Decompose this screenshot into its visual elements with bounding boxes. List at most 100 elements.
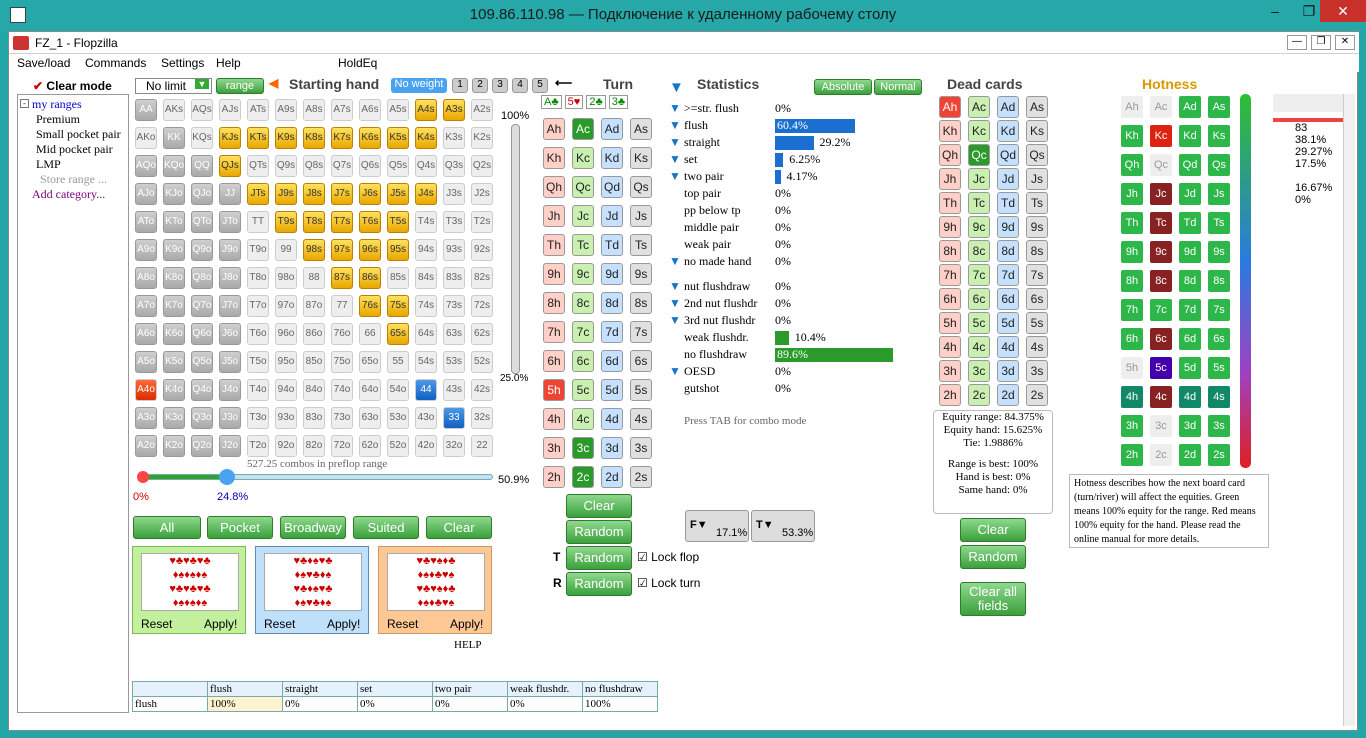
- hot-card-Qs[interactable]: Qs: [1208, 154, 1230, 176]
- hand-cell[interactable]: AKo: [135, 127, 157, 149]
- hand-cell[interactable]: A9o: [135, 239, 157, 261]
- hand-cell[interactable]: 75s: [387, 295, 409, 317]
- card-4h[interactable]: 4h: [939, 336, 961, 358]
- menu-save-load[interactable]: Save/load: [17, 56, 70, 70]
- slider-handle-right[interactable]: [219, 469, 235, 485]
- hand-cell[interactable]: 55: [387, 351, 409, 373]
- card-Ah[interactable]: Ah: [543, 118, 565, 140]
- hand-cell[interactable]: KQo: [163, 155, 185, 177]
- hand-cell[interactable]: T8o: [247, 267, 269, 289]
- card-Ah[interactable]: Ah: [939, 96, 961, 118]
- hand-cell[interactable]: J6o: [219, 323, 241, 345]
- card-Jd[interactable]: Jd: [997, 168, 1019, 190]
- hand-cell[interactable]: ATs: [247, 99, 269, 121]
- tree-item-premium[interactable]: Premium: [36, 112, 80, 127]
- hot-card-As[interactable]: As: [1208, 96, 1230, 118]
- limit-select[interactable]: No limit ▼: [135, 78, 212, 94]
- hand-cell[interactable]: Q3s: [443, 155, 465, 177]
- hand-cell[interactable]: 75o: [331, 351, 353, 373]
- hand-cell[interactable]: 85o: [303, 351, 325, 373]
- card-Qh[interactable]: Qh: [543, 176, 565, 198]
- apply-button[interactable]: Apply!: [327, 617, 360, 631]
- clear-range-button[interactable]: Clear: [426, 516, 492, 539]
- tree-root[interactable]: my ranges: [32, 97, 82, 112]
- hand-cell[interactable]: Q7s: [331, 155, 353, 177]
- card-As[interactable]: As: [630, 118, 652, 140]
- hand-cell[interactable]: Q8o: [191, 267, 213, 289]
- hand-cell[interactable]: 62o: [359, 435, 381, 457]
- hand-cell[interactable]: KQs: [191, 127, 213, 149]
- hand-cell[interactable]: A2o: [135, 435, 157, 457]
- hot-card-8s[interactable]: 8s: [1208, 270, 1230, 292]
- card-Qs[interactable]: Qs: [1026, 144, 1048, 166]
- hand-cell[interactable]: 77: [331, 295, 353, 317]
- turn-random2-button[interactable]: Random: [566, 572, 632, 596]
- hot-card-7h[interactable]: 7h: [1121, 299, 1143, 321]
- hand-cell[interactable]: 44: [415, 379, 437, 401]
- hand-cell[interactable]: A6o: [135, 323, 157, 345]
- hand-cell[interactable]: K9o: [163, 239, 185, 261]
- hot-card-Qd[interactable]: Qd: [1179, 154, 1201, 176]
- card-5s[interactable]: 5s: [1026, 312, 1048, 334]
- hot-card-Kc[interactable]: Kc: [1150, 125, 1172, 147]
- hand-cell[interactable]: 84s: [415, 267, 437, 289]
- hand-cell[interactable]: 82o: [303, 435, 325, 457]
- card-3d[interactable]: 3d: [601, 437, 623, 459]
- card-Jh[interactable]: Jh: [939, 168, 961, 190]
- hot-card-Jh[interactable]: Jh: [1121, 183, 1143, 205]
- hand-cell[interactable]: Q5o: [191, 351, 213, 373]
- hand-cell[interactable]: A2s: [471, 99, 493, 121]
- filter-icon[interactable]: ▼: [669, 79, 684, 96]
- hand-cell[interactable]: K7s: [331, 127, 353, 149]
- hand-cell[interactable]: Q7o: [191, 295, 213, 317]
- card-9h[interactable]: 9h: [543, 263, 565, 285]
- filter-icon[interactable]: ▼: [669, 313, 681, 328]
- hand-cell[interactable]: J5o: [219, 351, 241, 373]
- hand-cell[interactable]: 52o: [387, 435, 409, 457]
- hot-card-3h[interactable]: 3h: [1121, 415, 1143, 437]
- hand-cell[interactable]: T4s: [415, 211, 437, 233]
- card-6s[interactable]: 6s: [1026, 288, 1048, 310]
- col-header[interactable]: straight: [282, 681, 358, 697]
- hand-cell[interactable]: 42s: [471, 379, 493, 401]
- hot-card-5d[interactable]: 5d: [1179, 357, 1201, 379]
- hot-card-2h[interactable]: 2h: [1121, 444, 1143, 466]
- card-Qd[interactable]: Qd: [601, 176, 623, 198]
- hand-cell[interactable]: 83s: [443, 267, 465, 289]
- filter-icon[interactable]: ▼: [669, 101, 681, 116]
- close-button[interactable]: ✕: [1320, 0, 1366, 22]
- preset-panel-3[interactable]: ♥♣♥♠♦♣ ♦♠♦♣♥♠ ♥♣♥♠♦♣ ♦♠♦♣♥♠ Reset Apply!: [378, 546, 492, 634]
- hand-cell[interactable]: J3o: [219, 407, 241, 429]
- hot-card-Ts[interactable]: Ts: [1208, 212, 1230, 234]
- card-6c[interactable]: 6c: [572, 350, 594, 372]
- hand-cell[interactable]: 63s: [443, 323, 465, 345]
- hand-cell[interactable]: 63o: [359, 407, 381, 429]
- hand-cell[interactable]: A3o: [135, 407, 157, 429]
- hot-card-5h[interactable]: 5h: [1121, 357, 1143, 379]
- hand-cell[interactable]: 72o: [331, 435, 353, 457]
- hand-cell[interactable]: K6s: [359, 127, 381, 149]
- hot-card-Kd[interactable]: Kd: [1179, 125, 1201, 147]
- hand-cell[interactable]: 74s: [415, 295, 437, 317]
- card-6d[interactable]: 6d: [601, 350, 623, 372]
- card-Td[interactable]: Td: [601, 234, 623, 256]
- pocket-button[interactable]: Pocket: [207, 516, 273, 539]
- hand-cell[interactable]: 85s: [387, 267, 409, 289]
- hot-card-8h[interactable]: 8h: [1121, 270, 1143, 292]
- card-Tc[interactable]: Tc: [572, 234, 594, 256]
- hot-card-6d[interactable]: 6d: [1179, 328, 1201, 350]
- hand-cell[interactable]: KJo: [163, 183, 185, 205]
- range-vertical-slider[interactable]: [511, 124, 520, 374]
- hand-cell[interactable]: 95s: [387, 239, 409, 261]
- card-8h[interactable]: 8h: [939, 240, 961, 262]
- hot-card-7d[interactable]: 7d: [1179, 299, 1201, 321]
- card-4h[interactable]: 4h: [543, 408, 565, 430]
- tree-item-small-pp[interactable]: Small pocket pair: [36, 127, 121, 142]
- reset-button[interactable]: Reset: [264, 617, 295, 631]
- hot-card-9s[interactable]: 9s: [1208, 241, 1230, 263]
- card-Js[interactable]: Js: [630, 205, 652, 227]
- hand-cell[interactable]: 94o: [275, 379, 297, 401]
- hand-cell[interactable]: 32s: [471, 407, 493, 429]
- card-Js[interactable]: Js: [1026, 168, 1048, 190]
- filter-icon[interactable]: ▼: [669, 169, 681, 184]
